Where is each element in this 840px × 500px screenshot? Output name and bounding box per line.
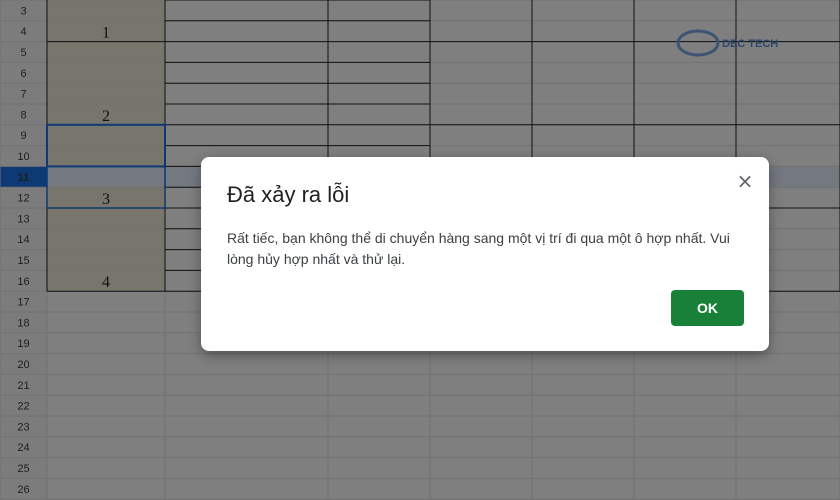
dialog-message: Rất tiếc, bạn không thể di chuyển hàng s…: [227, 230, 730, 267]
ok-button[interactable]: OK: [671, 290, 744, 326]
error-dialog: Đã xảy ra lỗi × Rất tiếc, bạn không thể …: [201, 157, 769, 351]
dialog-title: Đã xảy ra lỗi: [227, 182, 350, 207]
close-icon[interactable]: ×: [735, 171, 755, 191]
